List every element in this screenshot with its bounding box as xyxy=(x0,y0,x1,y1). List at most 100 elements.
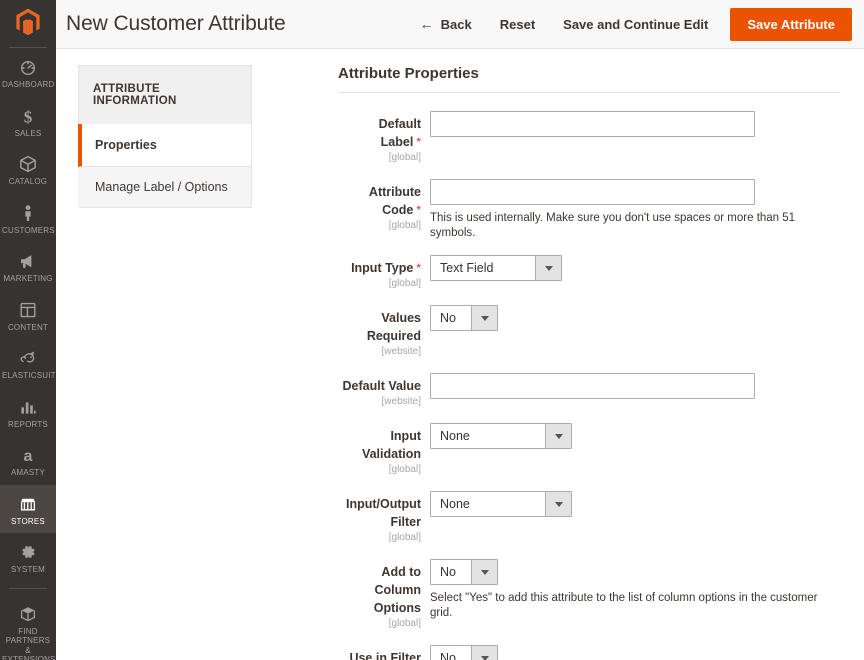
megaphone-icon xyxy=(2,251,54,271)
elasticsuite-icon xyxy=(2,348,54,368)
save-attribute-button[interactable]: Save Attribute xyxy=(730,7,852,41)
back-button-label: Back xyxy=(440,16,472,32)
attribute-tab-list: Properties Manage Label / Options xyxy=(78,124,252,208)
attribute-code-input[interactable] xyxy=(430,179,755,205)
gear-icon xyxy=(2,542,54,562)
scope-label: [global] xyxy=(388,220,421,231)
sidebar-nav-list: DASHBOARD $ SALES CATALOG CUSTOMERS MARKETING… xyxy=(0,48,56,660)
field-label-default-value: Default Value [website] xyxy=(338,373,430,409)
svg-text:a: a xyxy=(24,448,33,465)
scope-label: [website] xyxy=(381,346,421,357)
default-label-input[interactable] xyxy=(430,111,755,137)
default-value-input[interactable] xyxy=(430,373,755,399)
sidebar-item-amasty[interactable]: a AMASTY xyxy=(0,436,56,485)
sidebar-item-label: CONTENT xyxy=(7,322,49,332)
arrow-left-icon: ← xyxy=(419,16,434,32)
label-text: Default Label xyxy=(378,117,421,149)
back-button[interactable]: ← Back xyxy=(406,11,486,38)
sidebar-divider xyxy=(9,587,47,589)
field-control-attribute-code: This is used internally. Make sure you d… xyxy=(430,179,840,241)
page-title: New Customer Attribute xyxy=(66,12,286,35)
field-note: Select "Yes" to add this attribute to th… xyxy=(430,592,818,619)
tab-properties[interactable]: Properties xyxy=(78,124,252,167)
field-control-input-type: Text Field xyxy=(430,255,840,291)
chevron-down-icon[interactable] xyxy=(471,306,497,330)
field-control-input-validation: None xyxy=(430,423,840,477)
reset-button-label: Reset xyxy=(499,16,536,32)
sidebar-item-label: STORES xyxy=(11,516,45,526)
tab-manage-label-options[interactable]: Manage Label / Options xyxy=(78,167,252,208)
field-label-attribute-code: Attribute Code * [global] xyxy=(338,179,430,241)
form-field-list: Default Label * [global] Attribute Code * [gl… xyxy=(338,111,840,660)
select-value: None xyxy=(440,429,470,443)
reset-button[interactable]: Reset xyxy=(486,11,549,38)
sidebar-item-system[interactable]: SYSTEM xyxy=(0,533,56,582)
label-text: Attribute Code xyxy=(368,185,421,217)
scope-label: [global] xyxy=(388,278,421,289)
sidebar-item-label: REPORTS xyxy=(8,419,48,429)
scope-label: [global] xyxy=(388,152,421,163)
chevron-down-icon[interactable] xyxy=(535,256,561,280)
sidebar-item-label: ELASTICSUITE xyxy=(2,371,56,380)
label-text: Input/Output Filter xyxy=(346,497,421,529)
sidebar-item-label: AMASTY xyxy=(10,468,46,477)
header-actions: ← Back Reset Save and Continue Edit Save… xyxy=(406,7,852,41)
sidebar-item-catalog[interactable]: CATALOG xyxy=(0,145,56,194)
scope-label: [website] xyxy=(381,396,421,407)
puzzle-icon xyxy=(2,604,54,624)
values-required-select[interactable]: No xyxy=(430,305,498,331)
tab-label: Properties xyxy=(95,138,157,152)
sidebar-item-label: DASHBOARD xyxy=(2,80,55,89)
select-value: No xyxy=(440,311,456,325)
sidebar-item-reports[interactable]: REPORTS xyxy=(0,388,56,437)
box-icon xyxy=(2,154,54,174)
select-value: No xyxy=(440,651,456,660)
input-validation-select[interactable]: None xyxy=(430,423,572,449)
store-icon xyxy=(2,494,54,514)
field-control-input-output-filter: None xyxy=(430,491,840,545)
sidebar-item-elasticsuite[interactable]: ELASTICSUITE xyxy=(0,339,56,388)
chevron-down-icon[interactable] xyxy=(471,646,497,660)
input-output-filter-select[interactable]: None xyxy=(430,491,572,517)
sidebar-item-content[interactable]: CONTENT xyxy=(0,291,56,340)
field-values-required: Values Required [website] No xyxy=(338,305,840,359)
sidebar-item-customers[interactable]: CUSTOMERS xyxy=(0,194,56,243)
field-label-input-validation: Input Validation [global] xyxy=(338,423,430,477)
sidebar-item-dashboard[interactable]: DASHBOARD xyxy=(0,48,56,97)
bar-chart-icon xyxy=(2,397,54,417)
sidebar-item-stores[interactable]: STORES xyxy=(0,484,56,533)
sidebar-item-label: MARKETING xyxy=(3,274,53,283)
field-control-add-to-column-options: No Select "Yes" to add this attribute to … xyxy=(430,559,840,631)
add-to-column-options-select[interactable]: No xyxy=(430,559,498,585)
save-and-continue-edit-button[interactable]: Save and Continue Edit xyxy=(549,11,722,38)
tab-label: Manage Label / Options xyxy=(95,180,228,194)
field-label-values-required: Values Required [website] xyxy=(338,305,430,359)
field-control-values-required: No xyxy=(430,305,840,359)
page-header: New Customer Attribute ← Back Reset Save… xyxy=(56,0,864,49)
chevron-down-icon[interactable] xyxy=(545,424,571,448)
magento-logo[interactable] xyxy=(0,0,56,44)
field-label-default-label: Default Label * [global] xyxy=(338,111,430,165)
sidebar-item-find-partners-extensions[interactable]: FIND PARTNERS & EXTENSIONS xyxy=(0,595,56,660)
field-default-label: Default Label * [global] xyxy=(338,111,840,165)
scope-label: [global] xyxy=(388,618,421,629)
field-default-value: Default Value [website] xyxy=(338,373,840,409)
chevron-down-icon[interactable] xyxy=(471,560,497,584)
dashboard-icon xyxy=(2,57,54,77)
label-text: Default Value xyxy=(342,379,422,393)
chevron-down-icon[interactable] xyxy=(545,492,571,516)
sidebar-item-label: CATALOG xyxy=(8,177,48,186)
label-text: Add to Column Options xyxy=(373,565,421,615)
select-value: None xyxy=(440,497,470,511)
input-type-select[interactable]: Text Field xyxy=(430,255,562,281)
field-control-default-label xyxy=(430,111,840,165)
attribute-information-panel: ATTRIBUTE INFORMATION Properties Manage L… xyxy=(78,65,252,660)
select-value: Text Field xyxy=(440,261,494,275)
sidebar-item-marketing[interactable]: MARKETING xyxy=(0,242,56,291)
page-content: ATTRIBUTE INFORMATION Properties Manage L… xyxy=(56,49,864,660)
use-in-filter-options-select[interactable]: No xyxy=(430,645,498,660)
required-asterisk: * xyxy=(416,261,421,275)
sidebar-item-sales[interactable]: $ SALES xyxy=(0,97,56,146)
label-text: Input Validation xyxy=(361,429,421,461)
save-and-continue-edit-label: Save and Continue Edit xyxy=(563,16,709,32)
